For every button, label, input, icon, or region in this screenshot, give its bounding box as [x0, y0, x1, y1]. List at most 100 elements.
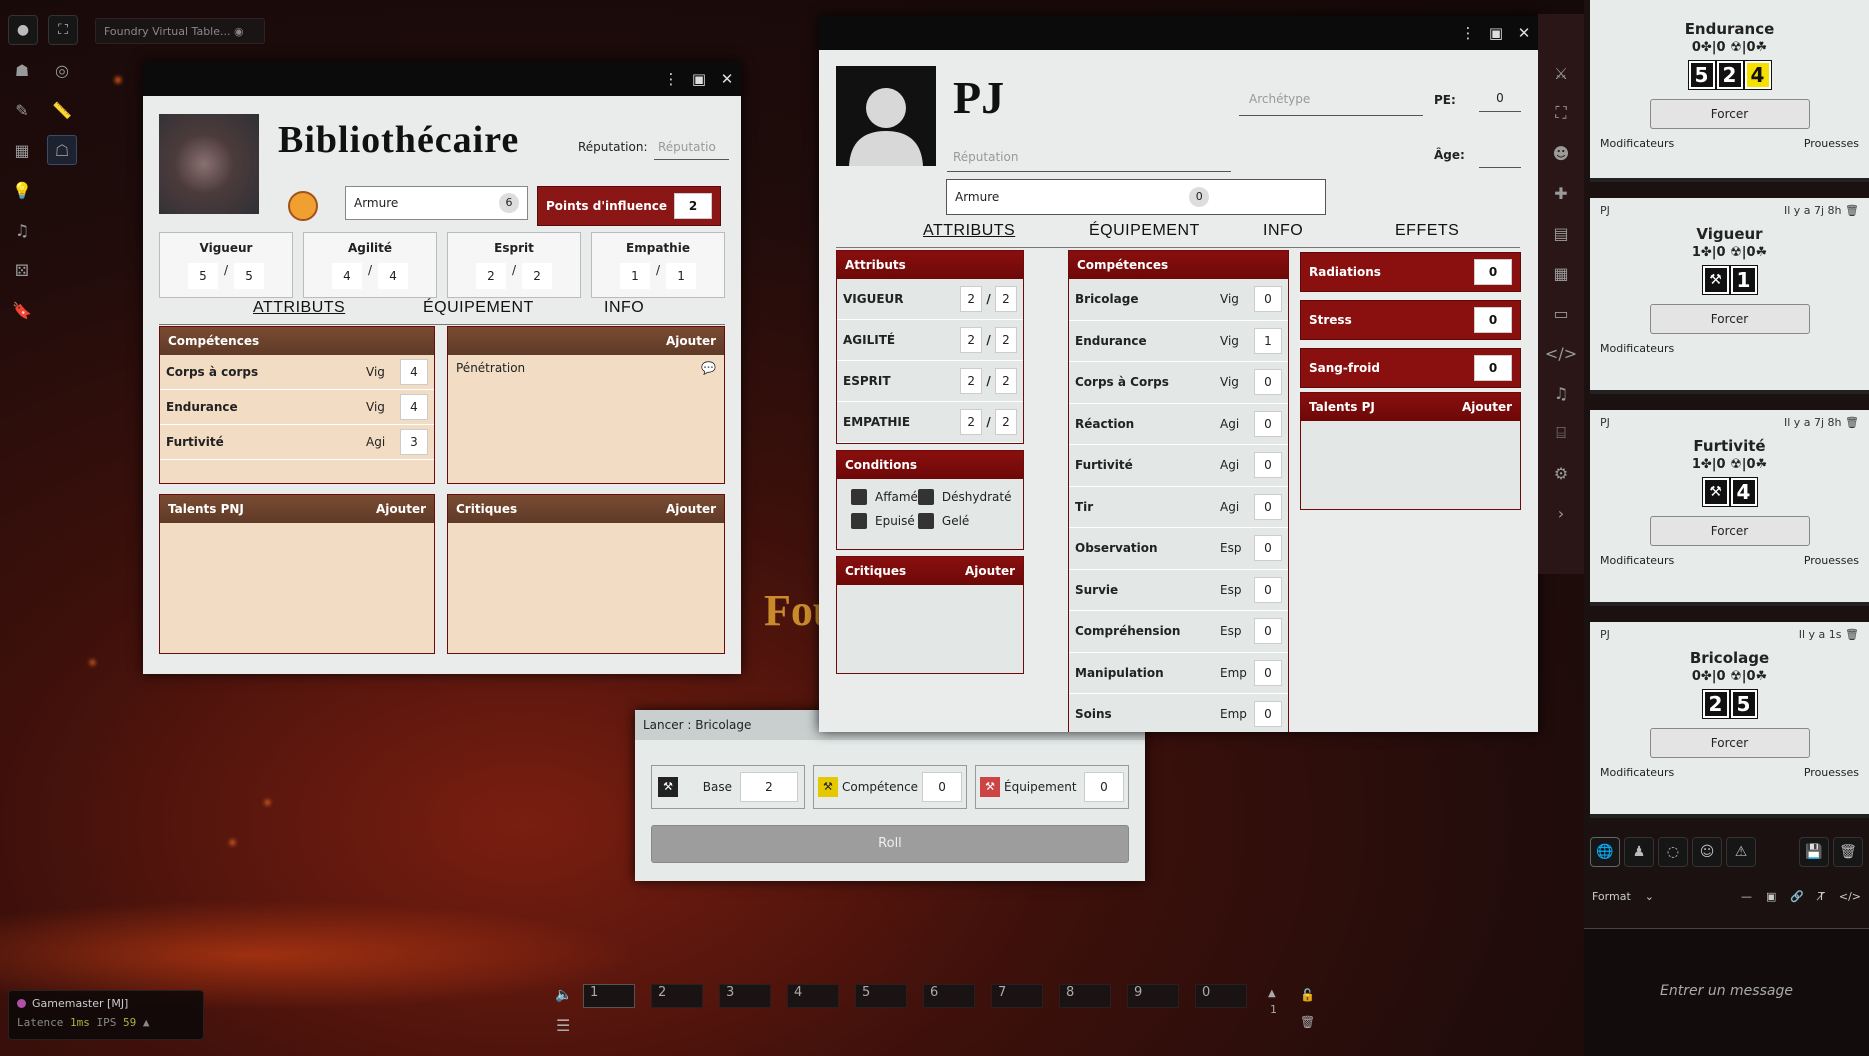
ruler-icon[interactable]: 📏 — [47, 95, 77, 125]
light-icon[interactable]: 💡 — [7, 175, 37, 205]
tab-info[interactable]: Info — [1263, 222, 1303, 240]
skill-name[interactable]: Soins — [1075, 707, 1220, 721]
force-button[interactable]: Forcer — [1649, 99, 1810, 129]
sheet-icon[interactable]: ▣ — [1482, 24, 1510, 42]
attr-max[interactable]: 2 — [995, 409, 1017, 435]
menu-icon[interactable]: ⋮ — [657, 70, 685, 88]
tracker-value[interactable]: 0 — [1474, 259, 1512, 285]
format-dropdown[interactable]: Format — [1592, 890, 1631, 903]
tab-equipement[interactable]: Équipement — [423, 299, 534, 317]
attr-current[interactable]: 2 — [960, 286, 983, 312]
close-icon[interactable]: ✕ — [1510, 24, 1538, 42]
attr-current[interactable]: 2 — [960, 368, 983, 394]
age-input[interactable] — [1479, 142, 1521, 168]
attr-current[interactable]: 4 — [331, 263, 362, 289]
force-button[interactable]: Forcer — [1649, 304, 1810, 334]
skill-name[interactable]: Corps à corps — [166, 365, 366, 379]
menu-icon[interactable]: ⋮ — [1454, 24, 1482, 42]
hotbar-slot-8[interactable]: 8 — [1059, 984, 1111, 1008]
scene-title[interactable]: Foundry Virtual Table... ◉ — [95, 18, 265, 44]
attr-max[interactable]: 2 — [522, 263, 553, 289]
skill-name[interactable]: Tir — [1075, 500, 1220, 514]
reputation-input[interactable]: Réputation — [947, 144, 1231, 172]
chat-message-input[interactable]: Entrer un message — [1584, 928, 1869, 1056]
hamburger-icon[interactable]: ☰ — [556, 1016, 570, 1035]
attr-current[interactable]: 5 — [187, 263, 218, 289]
fullscreen-icon[interactable]: ⛶ — [48, 15, 78, 45]
image-icon[interactable]: ▣ — [1766, 890, 1776, 903]
hotbar-slot-7[interactable]: 7 — [991, 984, 1043, 1008]
attr-current[interactable]: 2 — [960, 327, 983, 353]
music-icon[interactable]: ♫ — [7, 215, 37, 245]
attr-current[interactable]: 2 — [960, 409, 983, 435]
actors-icon[interactable]: ☻ — [1546, 138, 1576, 168]
hotbar-slot-6[interactable]: 6 — [923, 984, 975, 1008]
attr-max[interactable]: 4 — [378, 263, 409, 289]
bookmark-icon[interactable]: 🔖 — [7, 295, 37, 325]
attr-max[interactable]: 2 — [995, 286, 1017, 312]
hotbar-up-icon[interactable]: ▲ — [1268, 988, 1276, 999]
attr-max[interactable]: 1 — [666, 263, 697, 289]
skill-value[interactable]: 1 — [1254, 327, 1282, 354]
skill-value[interactable]: 0 — [1254, 701, 1282, 728]
hotbar-slot-2[interactable]: 2 — [651, 984, 703, 1008]
skill-value[interactable]: 0 — [1254, 493, 1282, 520]
talents-add-button[interactable]: Ajouter — [376, 502, 426, 516]
skill-name[interactable]: Corps à Corps — [1075, 375, 1220, 389]
eye-slash-icon[interactable]: ◌ — [1658, 837, 1688, 867]
npc-window-header[interactable]: ⋮ ▣ ✕ — [143, 62, 741, 96]
tab-info[interactable]: Info — [604, 299, 644, 317]
user-icon[interactable]: ● — [8, 15, 38, 45]
trash-icon[interactable]: 🗑 — [1833, 837, 1863, 867]
skill-value[interactable]: 0 — [1254, 535, 1282, 562]
tab-effets[interactable]: Effets — [1395, 222, 1459, 240]
base-input[interactable]: 2 — [740, 772, 798, 802]
skill-value[interactable]: 0 — [1254, 659, 1282, 686]
ghost-icon[interactable]: ☖ — [47, 135, 77, 165]
modifiers-link[interactable]: Modificateurs — [1600, 554, 1674, 567]
condition-affame[interactable]: Affamé — [851, 489, 918, 505]
journal-icon[interactable]: ▤ — [1546, 218, 1576, 248]
hotbar-slot-9[interactable]: 9 — [1127, 984, 1179, 1008]
music-icon[interactable]: ♫ — [1546, 378, 1576, 408]
checkbox[interactable] — [851, 489, 867, 505]
condition-deshydrate[interactable]: Déshydraté — [917, 489, 1011, 505]
user-icon[interactable]: ☺ — [1692, 837, 1722, 867]
force-button[interactable]: Forcer — [1649, 728, 1810, 758]
attr-current[interactable]: 2 — [475, 263, 506, 289]
influence-value[interactable]: 2 — [674, 193, 712, 219]
hotbar-slot-3[interactable]: 3 — [719, 984, 771, 1008]
trash-icon[interactable]: 🗑 — [1845, 628, 1859, 641]
checkbox[interactable] — [851, 513, 867, 529]
attr-current[interactable]: 1 — [619, 263, 650, 289]
skill-name[interactable]: Endurance — [1075, 334, 1220, 348]
influence-field[interactable]: Points d'influence 2 — [537, 186, 721, 226]
compendium-icon[interactable]: ⌸ — [1546, 418, 1576, 448]
checkbox[interactable] — [917, 513, 934, 529]
force-button[interactable]: Forcer — [1649, 516, 1810, 546]
character-icon[interactable]: ♟ — [1624, 837, 1654, 867]
sheet-icon[interactable]: ▣ — [685, 70, 713, 88]
equipment-input[interactable]: 0 — [1084, 772, 1124, 802]
tab-equipement[interactable]: Équipement — [1089, 222, 1200, 240]
tables-icon[interactable]: ▦ — [1546, 258, 1576, 288]
blind-icon[interactable]: ⚠ — [1726, 837, 1756, 867]
attr-name[interactable]: AGILITÉ — [843, 333, 960, 347]
pencil-icon[interactable]: ✎ — [7, 95, 37, 125]
code-icon[interactable]: </> — [1839, 890, 1861, 903]
trash-icon[interactable]: 🗑 — [1845, 416, 1859, 429]
chevron-up-icon[interactable]: ▲ — [143, 1016, 150, 1029]
tab-attributs[interactable]: Attributs — [923, 222, 1015, 240]
hr-icon[interactable]: — — [1741, 890, 1752, 903]
checkbox[interactable] — [917, 489, 934, 505]
archetype-input[interactable]: Archétype — [1239, 88, 1423, 116]
settings-icon[interactable]: ⚙ — [1546, 458, 1576, 488]
skill-name[interactable]: Survie — [1075, 583, 1220, 597]
chat-bubble-icon[interactable]: 💬 — [701, 361, 716, 375]
clear-format-icon[interactable]: T̸ — [1818, 890, 1825, 903]
skill-input[interactable]: 0 — [922, 772, 962, 802]
players-list[interactable]: Gamemaster [MJ] Latence 1ms IPS 59 ▲ — [8, 990, 204, 1040]
npc-name[interactable]: Bibliothécaire — [278, 118, 519, 162]
attr-name[interactable]: ESPRIT — [843, 374, 960, 388]
condition-gele[interactable]: Gelé — [917, 513, 1012, 529]
